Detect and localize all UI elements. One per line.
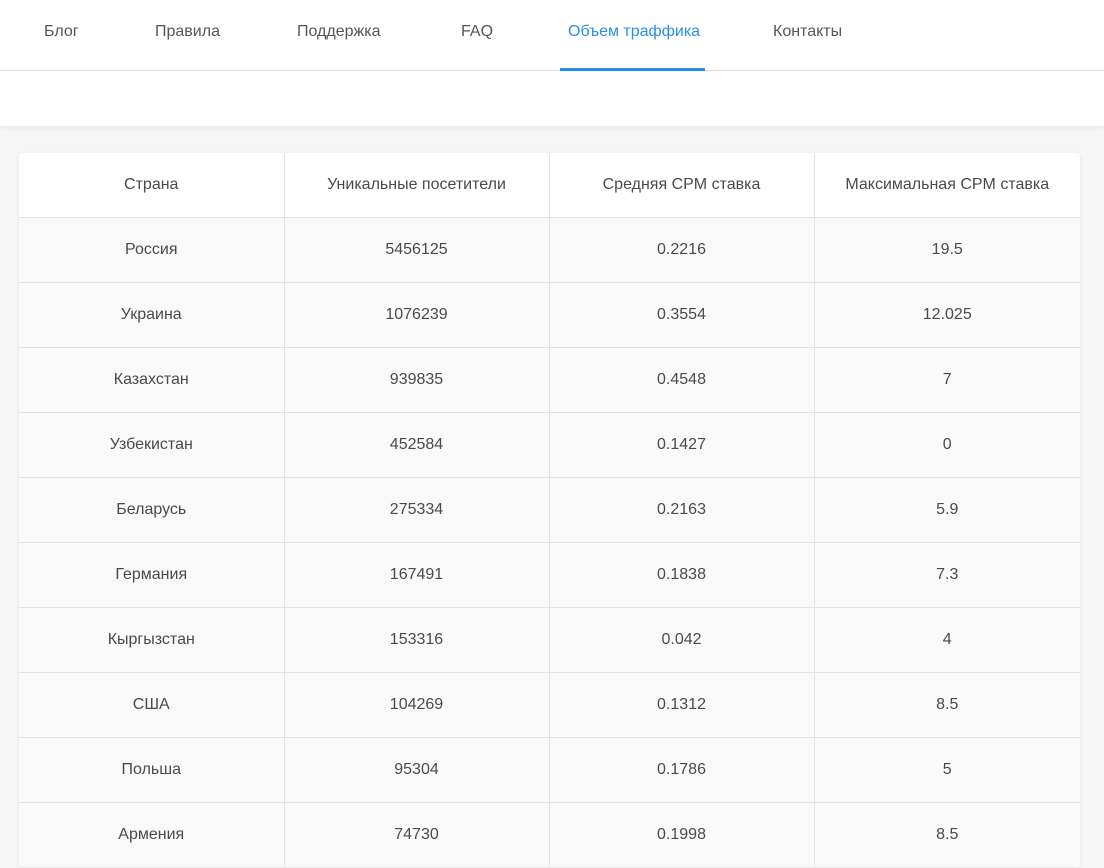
- cell-average-cpm: 0.1838: [549, 542, 815, 608]
- traffic-table: Страна Уникальные посетители Средняя CPM…: [19, 153, 1080, 867]
- table-row: Кыргызстан 153316 0.042 4: [19, 607, 1080, 673]
- cell-max-cpm: 8.5: [814, 672, 1080, 738]
- cell-average-cpm: 0.042: [549, 607, 815, 673]
- cell-country: Германия: [19, 542, 285, 608]
- cell-average-cpm: 0.1427: [549, 412, 815, 478]
- table-row: Узбекистан 452584 0.1427 0: [19, 412, 1080, 478]
- cell-max-cpm: 8.5: [814, 802, 1080, 867]
- active-tab-indicator: [560, 68, 705, 71]
- table-row: Казахстан 939835 0.4548 7: [19, 347, 1080, 413]
- cell-unique-visitors: 74730: [284, 802, 550, 867]
- cell-max-cpm: 7.3: [814, 542, 1080, 608]
- cell-average-cpm: 0.4548: [549, 347, 815, 413]
- cell-average-cpm: 0.2163: [549, 477, 815, 543]
- nav-item-traffic-volume[interactable]: Объем траффика: [568, 0, 700, 71]
- cell-country: Казахстан: [19, 347, 285, 413]
- nav-item-support[interactable]: Поддержка: [297, 0, 380, 71]
- table-header-row: Страна Уникальные посетители Средняя CPM…: [19, 153, 1080, 218]
- column-header-country: Страна: [19, 153, 285, 218]
- nav-item-rules[interactable]: Правила: [155, 0, 220, 71]
- column-header-max-cpm: Максимальная CPM ставка: [814, 153, 1080, 218]
- cell-country: Беларусь: [19, 477, 285, 543]
- cell-unique-visitors: 452584: [284, 412, 550, 478]
- cell-unique-visitors: 95304: [284, 737, 550, 803]
- cell-average-cpm: 0.3554: [549, 282, 815, 348]
- nav-item-blog[interactable]: Блог: [44, 0, 79, 71]
- table-row: Польша 95304 0.1786 5: [19, 737, 1080, 803]
- table-row: Беларусь 275334 0.2163 5.9: [19, 477, 1080, 543]
- traffic-table-card: Страна Уникальные посетители Средняя CPM…: [19, 153, 1080, 867]
- table-row: Украина 1076239 0.3554 12.025: [19, 282, 1080, 348]
- cell-average-cpm: 0.1998: [549, 802, 815, 867]
- column-header-unique-visitors: Уникальные посетители: [284, 153, 550, 218]
- table-row: Россия 5456125 0.2216 19.5: [19, 217, 1080, 283]
- cell-max-cpm: 12.025: [814, 282, 1080, 348]
- cell-country: Россия: [19, 217, 285, 283]
- cell-unique-visitors: 939835: [284, 347, 550, 413]
- cell-max-cpm: 7: [814, 347, 1080, 413]
- cell-country: Украина: [19, 282, 285, 348]
- cell-country: Кыргызстан: [19, 607, 285, 673]
- cell-average-cpm: 0.1786: [549, 737, 815, 803]
- cell-max-cpm: 0: [814, 412, 1080, 478]
- cell-unique-visitors: 1076239: [284, 282, 550, 348]
- cell-country: Армения: [19, 802, 285, 867]
- cell-unique-visitors: 153316: [284, 607, 550, 673]
- nav-item-contacts[interactable]: Контакты: [773, 0, 842, 71]
- cell-unique-visitors: 167491: [284, 542, 550, 608]
- cell-max-cpm: 5: [814, 737, 1080, 803]
- cell-country: Польша: [19, 737, 285, 803]
- column-header-average-cpm: Средняя CPM ставка: [549, 153, 815, 218]
- cell-unique-visitors: 104269: [284, 672, 550, 738]
- header: Блог Правила Поддержка FAQ Объем траффик…: [0, 0, 1104, 126]
- table-row: Германия 167491 0.1838 7.3: [19, 542, 1080, 608]
- cell-average-cpm: 0.2216: [549, 217, 815, 283]
- table-row: США 104269 0.1312 8.5: [19, 672, 1080, 738]
- cell-country: США: [19, 672, 285, 738]
- cell-country: Узбекистан: [19, 412, 285, 478]
- top-navigation: Блог Правила Поддержка FAQ Объем траффик…: [0, 0, 1104, 71]
- cell-average-cpm: 0.1312: [549, 672, 815, 738]
- cell-unique-visitors: 275334: [284, 477, 550, 543]
- table-row: Армения 74730 0.1998 8.5: [19, 802, 1080, 867]
- cell-unique-visitors: 5456125: [284, 217, 550, 283]
- nav-item-faq[interactable]: FAQ: [461, 0, 493, 71]
- cell-max-cpm: 4: [814, 607, 1080, 673]
- cell-max-cpm: 19.5: [814, 217, 1080, 283]
- cell-max-cpm: 5.9: [814, 477, 1080, 543]
